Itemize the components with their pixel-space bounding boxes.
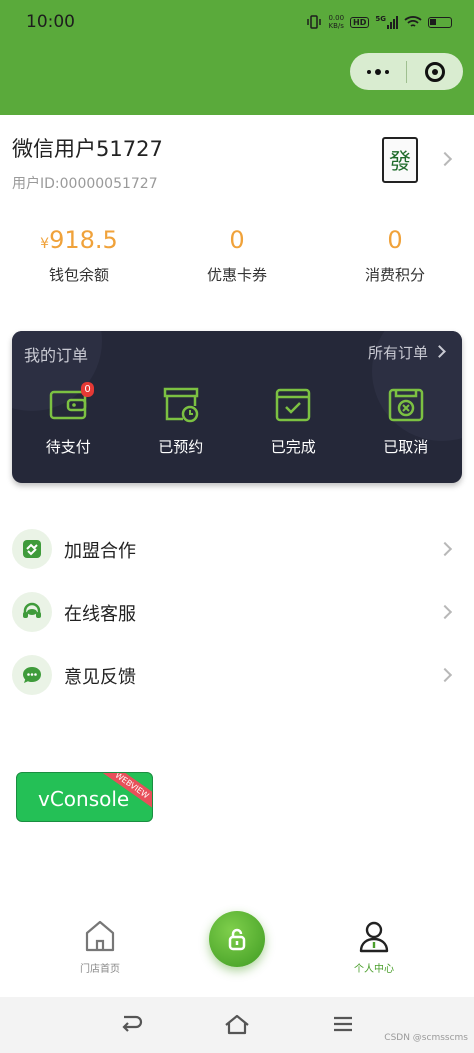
order-status-list: 0 待支付 已预约 已完成 已取消: [12, 382, 463, 457]
order-reserved[interactable]: 已预约: [125, 385, 238, 457]
hd-badge: HD: [350, 16, 370, 28]
target-icon: [425, 61, 445, 82]
back-icon[interactable]: [118, 1013, 144, 1035]
unlock-icon: [228, 928, 246, 951]
status-time: 10:00: [26, 12, 75, 32]
menu-label: 在线客服: [64, 604, 136, 625]
user-id: 用户ID:00000051727: [12, 176, 158, 192]
stat-coupons[interactable]: 0 优惠卡券: [158, 226, 316, 296]
user-icon: [359, 921, 389, 953]
avatar[interactable]: 發: [382, 137, 418, 183]
watermark: CSDN @scmsscms: [384, 1033, 468, 1043]
chevron-right-icon: [437, 541, 453, 557]
vconsole-button[interactable]: vConsole WEBVIEW: [16, 772, 153, 822]
stat-label: 钱包余额: [48, 266, 109, 284]
currency-symbol: ¥: [40, 236, 50, 252]
menu-label: 意见反馈: [64, 667, 136, 688]
menu-label: 加盟合作: [64, 541, 136, 562]
coupon-count: 0: [229, 226, 245, 254]
stat-label: 优惠卡券: [206, 266, 267, 284]
more-menu-button[interactable]: [350, 68, 406, 75]
order-cancelled[interactable]: 已取消: [350, 385, 463, 457]
center-action-button[interactable]: [209, 911, 265, 967]
order-completed[interactable]: 已完成: [237, 385, 350, 457]
home-nav-icon[interactable]: [224, 1013, 250, 1035]
home-icon: [85, 920, 115, 952]
order-pending-payment[interactable]: 0 待支付: [12, 382, 125, 457]
chat-bubble-icon: [12, 655, 52, 695]
order-status-label: 已预约: [158, 438, 204, 456]
menu-item-customer-service[interactable]: 在线客服: [0, 582, 474, 642]
order-status-label: 已取消: [383, 438, 429, 456]
wallet-balance: 918.5: [49, 226, 118, 254]
all-orders-link[interactable]: 所有订单: [368, 342, 428, 363]
status-icons: 0.00 KB/s HD 5G: [306, 12, 452, 32]
stats-row: ¥918.5 钱包余额 0 优惠卡券 0 消费积分: [0, 226, 474, 296]
orders-card: 我的订单 所有订单 0 待支付 已预约 已完成 已取消: [12, 331, 462, 483]
profile-chevron-icon[interactable]: [437, 151, 453, 167]
stat-wallet[interactable]: ¥918.5 钱包余额: [0, 226, 158, 296]
vibrate-icon: [307, 15, 322, 29]
user-name: 微信用户51727: [12, 137, 163, 161]
header-bar: 10:00 0.00 KB/s HD 5G: [0, 0, 474, 115]
miniprogram-capsule: [350, 53, 463, 90]
cancel-box-icon: [388, 388, 423, 422]
tab-label: 个人中心: [354, 964, 394, 975]
menu-icon[interactable]: [330, 1013, 356, 1035]
menu-item-feedback[interactable]: 意见反馈: [0, 645, 474, 705]
headset-icon: [12, 592, 52, 632]
order-status-label: 待支付: [45, 438, 91, 456]
tab-store-home[interactable]: 门店首页: [60, 919, 140, 975]
wifi-icon: [404, 16, 422, 27]
pending-badge: 0: [81, 382, 94, 397]
chevron-right-icon: [437, 604, 453, 620]
check-box-icon: [276, 388, 311, 422]
stat-label: 消费积分: [364, 266, 425, 284]
avatar-char: 發: [388, 150, 411, 175]
close-miniprogram-button[interactable]: [407, 61, 463, 82]
network-speed: 0.00 KB/s: [328, 14, 345, 30]
signal-icon: 5G: [375, 15, 398, 29]
points-count: 0: [387, 226, 403, 254]
vconsole-label: vConsole: [38, 787, 130, 811]
tab-profile[interactable]: 个人中心: [334, 919, 414, 975]
network-type: 5G: [375, 15, 386, 23]
tab-label: 门店首页: [80, 964, 120, 975]
stat-points[interactable]: 0 消费积分: [316, 226, 474, 296]
tab-bar: 门店首页 个人中心: [0, 905, 474, 997]
menu-item-franchise[interactable]: 加盟合作: [0, 519, 474, 579]
battery-icon: [428, 16, 452, 28]
chevron-right-icon: [437, 667, 453, 683]
handshake-icon: [12, 529, 52, 569]
calendar-clock-icon: [163, 387, 198, 423]
orders-title: 我的订单: [24, 346, 89, 365]
system-nav-bar: CSDN @scmsscms: [0, 997, 474, 1053]
order-status-label: 已完成: [270, 438, 316, 456]
